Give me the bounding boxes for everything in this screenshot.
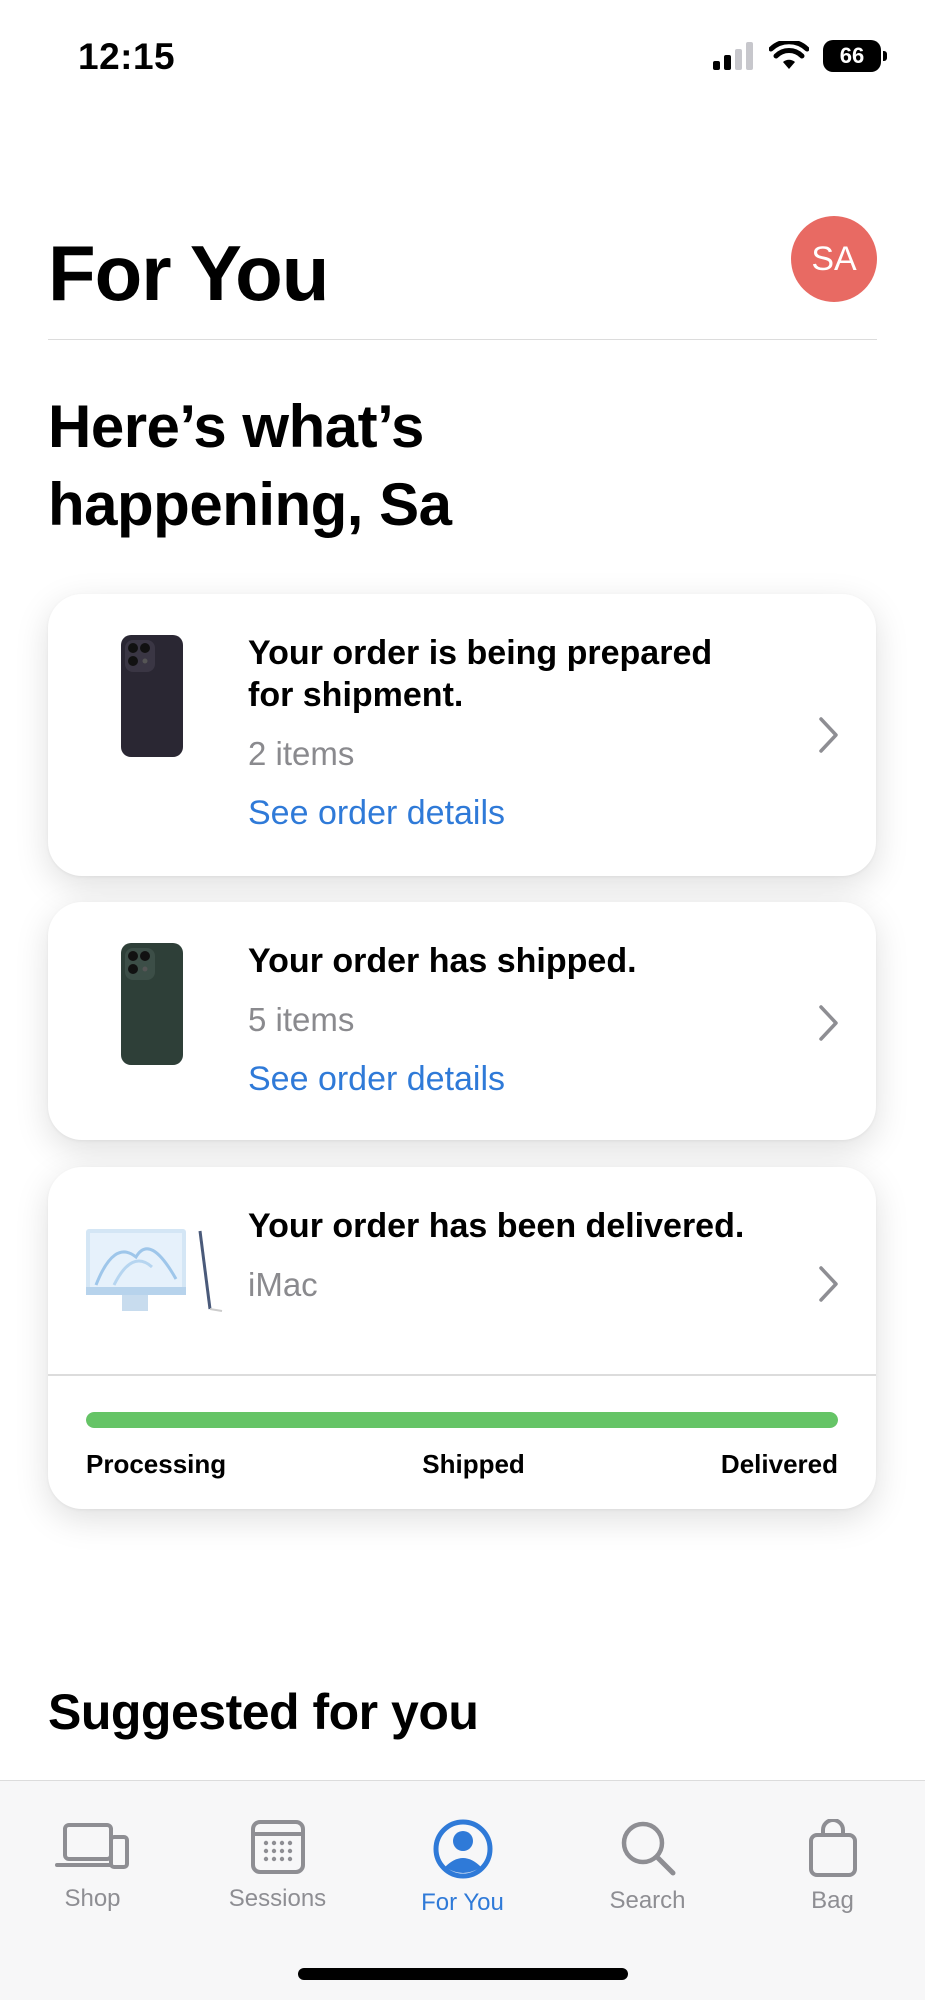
imac-blue-icon: [86, 1229, 223, 1312]
order-status-title: Your order is being prepared for shipmen…: [248, 634, 713, 714]
tab-bag[interactable]: Bag: [740, 1819, 925, 1915]
progress-label-delivered: Delivered: [720, 1449, 838, 1479]
tab-for-you[interactable]: For You: [370, 1819, 555, 1917]
tab-label: Search: [609, 1887, 686, 1914]
laptop-phone-icon: [54, 1823, 129, 1869]
chevron-right-icon: [819, 717, 838, 753]
avatar[interactable]: SA: [791, 216, 877, 302]
status-bar: 12:15 66: [0, 0, 925, 110]
order-status-title: Your order has been delivered.: [248, 1207, 745, 1245]
page-title: For You: [48, 229, 329, 317]
greeting-heading: Here’s what’s happening, Sa: [48, 393, 452, 538]
tab-label: Bag: [811, 1887, 854, 1914]
calendar-grid-icon: [250, 1820, 305, 1874]
delivery-progress-bar: [86, 1412, 838, 1428]
tab-label: Shop: [64, 1885, 121, 1912]
order-product-name: iMac: [248, 1266, 318, 1303]
chevron-right-icon: [819, 1005, 838, 1041]
tab-label: For You: [421, 1889, 504, 1916]
cellular-signal-icon: [713, 42, 753, 70]
status-time: 12:15: [78, 36, 176, 77]
order-status-title: Your order has shipped.: [248, 942, 637, 980]
page-header: For You SA: [48, 200, 877, 340]
tab-bar: Shop Sessions For You Search Bag: [0, 1780, 925, 2000]
progress-label-processing: Processing: [86, 1449, 227, 1479]
iphone-green-icon: [121, 943, 183, 1065]
progress-labels: Processing Shipped Delivered: [86, 1449, 838, 1480]
bag-icon: [808, 1819, 857, 1877]
card-divider: [48, 1374, 876, 1376]
suggested-section-title: Suggested for you: [48, 1684, 479, 1740]
delivery-progress-fill: [86, 1412, 838, 1428]
status-icons: 66: [713, 40, 887, 72]
iphone-purple-icon: [121, 635, 183, 757]
progress-label-shipped: Shipped: [422, 1449, 525, 1479]
tab-shop[interactable]: Shop: [0, 1819, 185, 1913]
chevron-right-icon: [819, 1266, 838, 1302]
home-indicator[interactable]: [298, 1968, 628, 1980]
order-card-preparing[interactable]: Your order is being prepared for shipmen…: [48, 594, 876, 876]
person-circle-icon: [433, 1819, 492, 1879]
see-order-details-link[interactable]: See order details: [248, 1058, 766, 1100]
order-card-delivered[interactable]: Your order has been delivered. iMac Proc…: [48, 1167, 876, 1509]
see-order-details-link[interactable]: See order details: [248, 792, 766, 834]
order-item-count: 2 items: [248, 735, 355, 772]
tab-label: Sessions: [228, 1885, 327, 1912]
battery-icon: 66: [823, 40, 887, 72]
tab-sessions[interactable]: Sessions: [185, 1819, 370, 1913]
wifi-icon: [769, 41, 809, 69]
order-card-shipped[interactable]: Your order has shipped. 5 items See orde…: [48, 902, 876, 1140]
order-item-count: 5 items: [248, 1001, 355, 1038]
search-icon: [621, 1821, 675, 1876]
tab-search[interactable]: Search: [555, 1819, 740, 1915]
